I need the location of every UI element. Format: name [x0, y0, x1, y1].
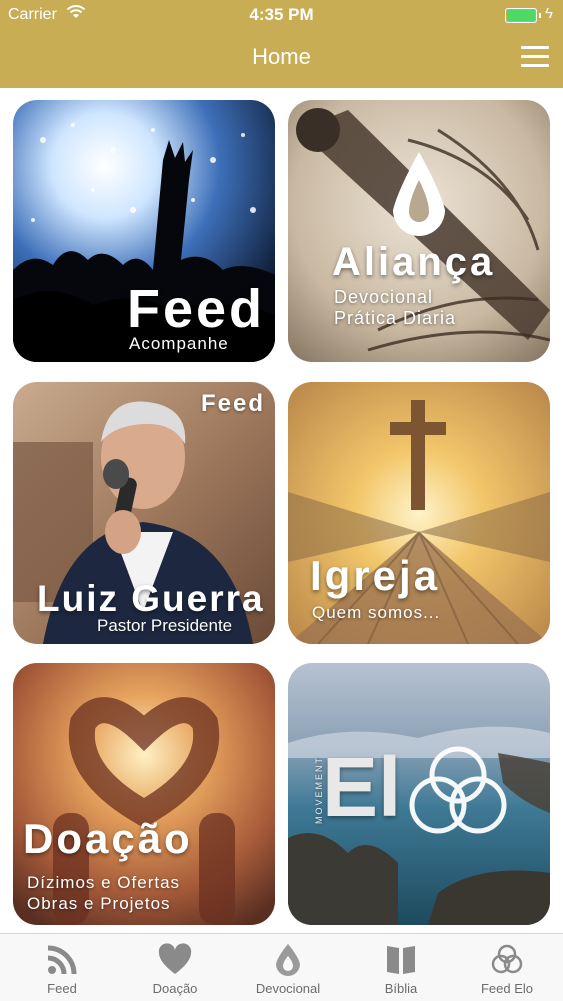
tab-label: Bíblia	[384, 981, 418, 996]
tile-title: Feed	[127, 279, 266, 339]
tile-subtitle-2: Prática Diaria	[334, 308, 457, 328]
tab-doacao[interactable]: Doação	[119, 934, 231, 1001]
tab-label: Feed	[47, 981, 77, 996]
tab-feed-elo[interactable]: Feed Elo	[451, 934, 563, 1001]
tab-feed[interactable]: Feed	[6, 934, 118, 1001]
flame-drop-icon	[276, 944, 300, 976]
status-bar: Carrier 4:35 PM ϟ	[0, 0, 563, 30]
tab-devocional[interactable]: Devocional	[232, 934, 344, 1001]
igreja-tile[interactable]: Igreja Quem somos...	[288, 382, 550, 644]
tab-label: Devocional	[255, 981, 321, 996]
tile-top-label: Feed	[200, 390, 265, 417]
status-time: 4:35 PM	[249, 5, 314, 24]
page-title: Home	[252, 44, 311, 69]
tile-subtitle: Acompanhe	[129, 334, 229, 353]
rss-icon	[47, 945, 77, 975]
hamburger-menu-icon[interactable]	[521, 46, 549, 68]
tile-side-label: MOVEMENT	[314, 755, 325, 825]
tile-title: Aliança	[332, 240, 496, 284]
tile-subtitle: Quem somos...	[312, 603, 441, 622]
tile-title: Igreja	[310, 552, 441, 599]
elo-tile[interactable]: El MOVEMENT	[288, 663, 550, 925]
charging-icon: ϟ	[545, 5, 553, 22]
book-icon	[387, 946, 415, 974]
feed-tile[interactable]: Feed Acompanhe	[13, 100, 275, 362]
battery-icon	[505, 8, 541, 23]
top-bar: Carrier 4:35 PM ϟ Home	[0, 0, 563, 88]
tab-bar: Feed Doação Devocional Bíblia Feed Elo	[0, 933, 563, 1001]
tile-subtitle-2: Obras e Projetos	[27, 894, 171, 913]
home-grid: Feed Acompanhe Aliança Devocional Prátic…	[0, 88, 563, 933]
tile-subtitle: Pastor Presidente	[97, 616, 233, 635]
tile-subtitle: Devocional	[334, 287, 434, 307]
tab-label: Feed Elo	[480, 981, 534, 996]
tile-title: El	[322, 740, 402, 834]
tab-label: Doação	[152, 981, 198, 996]
tile-title: Luiz Guerra	[37, 578, 265, 619]
doacao-tile[interactable]: Doação Dízimos e Ofertas Obras e Projeto…	[13, 663, 275, 925]
tab-biblia[interactable]: Bíblia	[345, 934, 457, 1001]
rings-icon	[491, 944, 523, 974]
tile-subtitle: Dízimos e Ofertas	[27, 873, 181, 892]
pastor-tile[interactable]: Feed Luiz Guerra Pastor Presidente	[13, 382, 275, 644]
alianca-tile[interactable]: Aliança Devocional Prática Diaria	[288, 100, 550, 362]
heart-icon	[158, 943, 192, 974]
tile-title: Doação	[23, 815, 193, 862]
